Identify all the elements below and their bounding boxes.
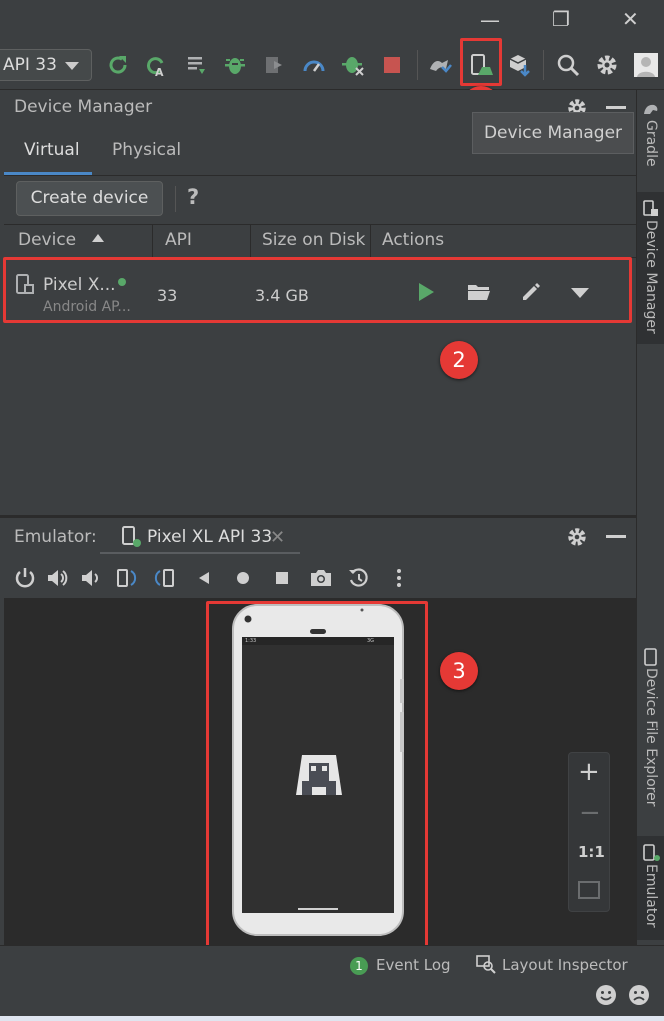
emulator-tab-title[interactable]: Pixel XL API 33: [147, 527, 272, 547]
emulator-label: Emulator:: [14, 527, 97, 547]
back-icon[interactable]: [196, 570, 212, 586]
more-icon[interactable]: [390, 567, 408, 589]
gear-icon[interactable]: [566, 526, 588, 548]
sdk-manager-icon[interactable]: [507, 53, 531, 77]
tab-virtual[interactable]: Virtual: [24, 140, 80, 160]
snapshot-icon[interactable]: [348, 567, 370, 589]
debug-icon[interactable]: [223, 53, 247, 77]
toolbar-separator: [417, 50, 418, 80]
tab-device-file-explorer-label: Device File Explorer: [643, 668, 659, 807]
emulator-tab-indicator: [100, 552, 300, 554]
column-header-actions: Actions: [382, 230, 445, 250]
fit-screen-icon[interactable]: [578, 881, 600, 899]
tab-device-manager[interactable]: Device Manager: [637, 192, 664, 344]
zoom-in-button[interactable]: +: [578, 757, 600, 787]
callout-badge-2: 2: [440, 341, 478, 379]
profiler-icon[interactable]: [302, 53, 326, 77]
device-manager-icon: [643, 200, 658, 216]
event-log-button[interactable]: Event Log: [376, 956, 451, 974]
column-header-device[interactable]: Device: [18, 230, 104, 250]
happy-feedback-icon[interactable]: [595, 984, 617, 1006]
device-manager-tooltip: Device Manager: [472, 112, 634, 154]
minimize-panel-icon[interactable]: [606, 106, 626, 109]
api-select-value: API 33: [3, 55, 57, 75]
screenshot-icon[interactable]: [309, 567, 333, 589]
search-icon[interactable]: [556, 53, 580, 77]
layout-inspector-button[interactable]: Layout Inspector: [502, 956, 628, 974]
emulator-header: [4, 518, 636, 558]
gradle-icon: [644, 104, 658, 114]
emulator-device-icon: [121, 526, 143, 548]
avatar[interactable]: [634, 53, 658, 77]
minimize-button[interactable]: —: [480, 8, 500, 32]
tab-emulator[interactable]: Emulator: [637, 836, 664, 940]
sad-feedback-icon[interactable]: [628, 984, 650, 1006]
stop-icon[interactable]: [380, 53, 404, 77]
rotate-left-icon[interactable]: [114, 567, 138, 589]
home-icon[interactable]: [235, 570, 251, 586]
column-header-device-label: Device: [18, 230, 77, 250]
phone-icon: [644, 648, 657, 666]
tab-gradle[interactable]: Gradle: [637, 92, 664, 182]
svg-text:A: A: [155, 66, 164, 77]
tab-physical[interactable]: Physical: [112, 140, 181, 160]
column-header-size[interactable]: Size on Disk: [262, 230, 365, 250]
close-tab-icon[interactable]: ✕: [270, 527, 285, 548]
tab-device-manager-label: Device Manager: [643, 220, 659, 334]
column-header-api[interactable]: API: [165, 230, 192, 250]
close-window-button[interactable]: ✕: [622, 7, 639, 31]
minimize-panel-icon[interactable]: [606, 535, 626, 538]
device-row-highlight: [3, 257, 632, 323]
attach-debugger-icon[interactable]: [341, 53, 365, 77]
tab-emulator-label: Emulator: [643, 864, 659, 928]
zoom-out-button[interactable]: −: [579, 798, 601, 828]
column-divider: [152, 224, 153, 258]
callout-badge-3: 3: [440, 652, 478, 690]
rerun-icon[interactable]: [106, 53, 130, 77]
overview-icon[interactable]: [274, 570, 290, 586]
column-divider: [370, 224, 371, 258]
layout-inspector-icon: [476, 954, 496, 974]
apply-changes-icon[interactable]: [185, 53, 209, 77]
tabs-divider: [4, 175, 636, 176]
toolbar-separator: [175, 186, 176, 212]
device-manager-icon[interactable]: [469, 53, 493, 77]
gear-icon[interactable]: [595, 53, 619, 77]
apply-code-changes-icon[interactable]: A: [144, 53, 168, 77]
volume-down-icon[interactable]: [80, 567, 102, 589]
sync-icon[interactable]: [428, 53, 452, 77]
os-taskbar-edge: [0, 1016, 664, 1021]
emulator-screen-highlight: [206, 601, 428, 953]
tab-gradle-label: Gradle: [643, 120, 659, 167]
event-log-count-badge: 1: [350, 957, 368, 975]
help-button[interactable]: ?: [187, 185, 199, 209]
toolbar-separator: [543, 50, 544, 80]
chevron-down-icon: [65, 62, 79, 70]
tab-device-file-explorer[interactable]: Device File Explorer: [637, 640, 664, 830]
create-device-button[interactable]: Create device: [16, 181, 163, 216]
api-level-select[interactable]: API 33: [0, 49, 92, 81]
emulator-icon: [643, 844, 660, 861]
restore-button[interactable]: ❐: [552, 7, 570, 31]
column-divider: [250, 224, 251, 258]
zoom-1-1-button[interactable]: 1:1: [578, 843, 605, 861]
rotate-right-icon[interactable]: [153, 567, 177, 589]
power-icon[interactable]: [14, 567, 36, 589]
sort-ascending-icon: [91, 234, 104, 242]
profile-icon[interactable]: [262, 53, 286, 77]
device-manager-title: Device Manager: [14, 97, 153, 117]
volume-up-icon[interactable]: [46, 567, 68, 589]
